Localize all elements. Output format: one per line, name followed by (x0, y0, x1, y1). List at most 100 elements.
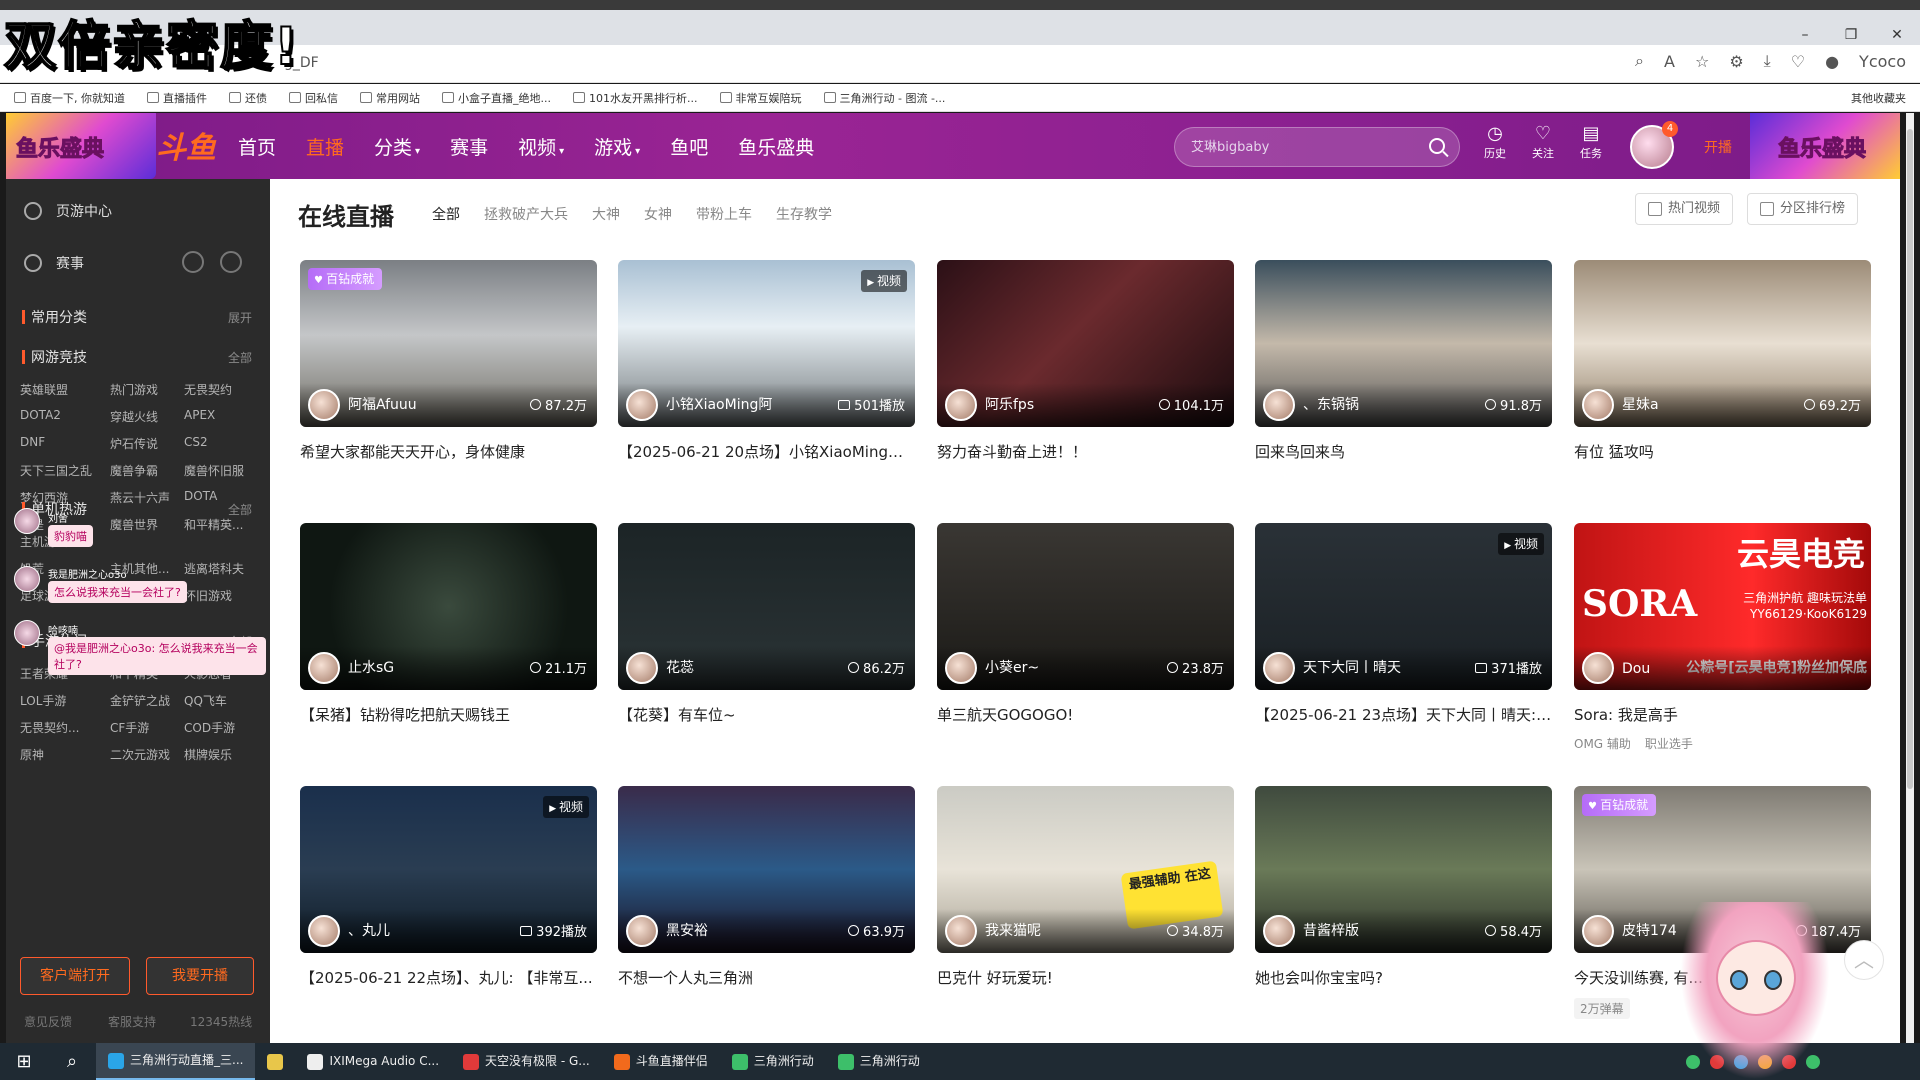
stream-title[interactable]: 巴克什 好玩爱玩! (937, 967, 1234, 988)
bookmark-item[interactable]: 非常互娱陪玩 (719, 90, 802, 106)
sidebar-category-link[interactable]: 燕云十六声 (110, 489, 170, 506)
filter-tab[interactable]: 带粉上车 (696, 204, 752, 224)
nav-item[interactable]: 视频 ▾ (518, 133, 564, 160)
taskbar-app[interactable]: 天空没有极限 - G... (451, 1043, 602, 1080)
streamer-avatar[interactable] (945, 389, 977, 421)
sidebar-category-link[interactable]: CS2 (184, 435, 208, 449)
taskbar-app[interactable]: 斗鱼直播伴侣 (602, 1043, 720, 1080)
sidebar-item-webgame[interactable]: 页游中心 (24, 201, 112, 221)
header-tool[interactable]: ▤ 任务 (1578, 123, 1604, 161)
nav-item[interactable]: 分类 ▾ (374, 133, 420, 160)
header-tool[interactable]: ♡ 关注 (1530, 123, 1556, 161)
go-live-button[interactable]: 开播 (1704, 137, 1732, 157)
streamer-name[interactable]: 天下大同丨晴天 (1303, 657, 1401, 677)
nav-item[interactable]: 首页 (238, 133, 276, 160)
lol-event-icon[interactable] (182, 251, 204, 273)
taskbar-app[interactable]: 三角洲行动 (826, 1043, 932, 1080)
stream-title[interactable]: Sora: 我是高手 (1574, 704, 1871, 725)
stream-title[interactable]: 【2025-06-21 20点场】小铭XiaoMing阿: ... (618, 441, 915, 462)
sidebar-category-link[interactable]: 魔兽争霸 (110, 462, 158, 479)
sidebar-category-link[interactable]: 炉石传说 (110, 435, 158, 452)
stream-card[interactable]: 、东锅锅 91.8万回来鸟回来鸟 (1255, 260, 1552, 462)
stream-thumbnail[interactable]: 、东锅锅 91.8万 (1255, 260, 1552, 427)
stream-card[interactable]: 视频、丸儿 392播放【2025-06-21 22点场】、丸儿: 【非常互... (300, 786, 597, 988)
sidebar-category-link[interactable]: QQ飞车 (184, 692, 227, 709)
streamer-avatar[interactable] (1582, 389, 1614, 421)
search-input[interactable] (1191, 136, 1411, 158)
nav-item[interactable]: 赛事 (450, 133, 488, 160)
profile-label[interactable]: Ycoco (1859, 52, 1906, 71)
stream-title[interactable]: 【呆猪】钻粉得吃把航天赐钱王 (300, 704, 597, 725)
streamer-name[interactable]: 星妹a (1622, 394, 1659, 414)
filter-tab[interactable]: 女神 (644, 204, 672, 224)
sidebar-category-link[interactable]: 无畏契约 (184, 381, 232, 398)
extensions-icon[interactable]: ⚙ (1729, 52, 1743, 71)
streamer-avatar[interactable] (1263, 652, 1295, 684)
stream-thumbnail[interactable]: 云昊电竞SORA三角洲护航 趣味玩法单YY66129·KooK6129公粽号[云… (1574, 523, 1871, 690)
search-icon[interactable] (1429, 138, 1445, 154)
stream-card[interactable]: 黑安裕 63.9万 不想一个人丸三角洲 (618, 786, 915, 988)
taskbar-app[interactable] (255, 1043, 295, 1080)
stream-card[interactable]: 昔酱梓版 58.4万她也会叫你宝宝吗? (1255, 786, 1552, 988)
streamer-avatar[interactable] (1582, 915, 1614, 947)
ranking-button[interactable]: 分区排行榜 (1746, 193, 1858, 225)
page-scrollbar[interactable] (1906, 113, 1914, 1043)
sidebar-category-link[interactable]: 魔兽世界 (110, 516, 158, 533)
stream-card[interactable]: 小葵er~ 23.8万 单三航天GOGOGO! (937, 523, 1234, 725)
stream-title[interactable]: 她也会叫你宝宝吗? (1255, 967, 1552, 988)
zoom-icon[interactable]: ⌕ (1635, 51, 1644, 71)
stream-tag[interactable]: 职业选手 (1645, 735, 1693, 752)
stream-card[interactable]: 星妹a 69.2万 有位 猛攻吗 (1574, 260, 1871, 462)
sidebar-category-link[interactable]: 英雄联盟 (20, 381, 68, 398)
stream-tag[interactable]: OMG 辅助 (1574, 735, 1631, 752)
promo-banner-right[interactable]: 鱼乐盛典 (1750, 113, 1900, 179)
nav-item[interactable]: 游戏 ▾ (594, 133, 640, 160)
hot-video-button[interactable]: 热门视频 (1634, 193, 1733, 225)
bookmark-item[interactable]: 回私信 (289, 90, 338, 106)
sidebar-category-link[interactable]: 和平精英... (184, 516, 243, 533)
filter-tab[interactable]: 大神 (592, 204, 620, 224)
filter-tab[interactable]: 拯救破产大兵 (484, 204, 568, 224)
bookmark-item[interactable]: 小盒子直播_绝地... (442, 90, 551, 106)
bookmark-item[interactable]: 三角洲行动 - 图流 -... (823, 90, 945, 106)
stream-thumbnail[interactable]: 视频天下大同丨晴天 371播放 (1255, 523, 1552, 690)
sidebar-group-expand[interactable]: 全部 (228, 349, 252, 366)
hotline-link[interactable]: 12345热线 (190, 1013, 252, 1030)
feedback-link[interactable]: 意见反馈 (24, 1013, 72, 1030)
sidebar-category-link[interactable]: DOTA2 (20, 408, 61, 422)
sidebar-category-link[interactable]: 逃离塔科夫 (184, 560, 244, 577)
favorite-star-icon[interactable]: ☆ (1695, 52, 1709, 71)
read-aloud-icon[interactable]: A (1664, 52, 1675, 71)
streamer-name[interactable]: Dou (1622, 661, 1650, 677)
shield-icon[interactable]: ♡ (1791, 52, 1805, 71)
stream-card[interactable]: 花蕊 86.2万 【花葵】有车位~ (618, 523, 915, 725)
streamer-avatar[interactable] (1263, 915, 1295, 947)
filter-tab[interactable]: 生存教学 (776, 204, 832, 224)
profile-icon[interactable]: ● (1825, 52, 1839, 71)
support-link[interactable]: 客服支持 (108, 1013, 156, 1030)
stream-thumbnail[interactable]: 最强辅助 在这 我来猫呢 34.8万 (937, 786, 1234, 953)
back-to-top-button[interactable]: ︿ (1844, 940, 1884, 980)
stream-thumbnail[interactable]: 视频、丸儿 392播放 (300, 786, 597, 953)
download-icon[interactable]: ⤓ (1764, 51, 1771, 71)
stream-thumbnail[interactable]: 花蕊 86.2万 (618, 523, 915, 690)
streamer-avatar[interactable] (626, 915, 658, 947)
stream-card[interactable]: 百钻成就阿福Afuuu 87.2万希望大家都能天天开心，身体健康 (300, 260, 597, 462)
streamer-avatar[interactable] (626, 389, 658, 421)
streamer-avatar[interactable] (1582, 652, 1614, 684)
streamer-name[interactable]: 阿乐fps (985, 394, 1034, 414)
streamer-avatar[interactable] (945, 915, 977, 947)
bookmark-item[interactable]: 101水友开黑排行析... (573, 90, 698, 106)
stream-title[interactable]: 回来鸟回来鸟 (1255, 441, 1552, 462)
sidebar-category-link[interactable]: 金铲铲之战 (110, 692, 170, 709)
site-logo[interactable]: 斗鱼 (156, 123, 216, 167)
sidebar-item-events[interactable]: 赛事 (24, 253, 84, 273)
stream-card[interactable]: 云昊电竞SORA三角洲护航 趣味玩法单YY66129·KooK6129公粽号[云… (1574, 523, 1871, 752)
common-category-expand[interactable]: 展开 (228, 309, 252, 326)
stream-thumbnail[interactable]: 止水sG 21.1万 (300, 523, 597, 690)
stream-title[interactable]: 【2025-06-21 23点场】天下大同丨晴天: ... (1255, 704, 1552, 725)
bookmark-item[interactable]: 直播插件 (147, 90, 207, 106)
bookmark-item[interactable]: 常用网站 (360, 90, 420, 106)
stream-thumbnail[interactable]: 昔酱梓版 58.4万 (1255, 786, 1552, 953)
streamer-avatar[interactable] (626, 652, 658, 684)
